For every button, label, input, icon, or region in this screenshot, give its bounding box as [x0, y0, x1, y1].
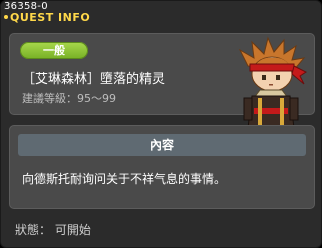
quest-summary-panel: 一般 ［艾琳森林］墮落的精灵 建議等級：95～99	[9, 33, 315, 141]
quest-content-panel: 內容 向德斯托耐询问关于不祥气息的事情。	[9, 125, 315, 209]
window-title: QUEST INFO	[10, 11, 91, 24]
content-header: 內容	[18, 134, 306, 156]
title-bullet-icon	[4, 15, 8, 19]
quest-status: 狀態： 可開始	[15, 223, 91, 237]
quest-info-window: 36358-0 QUEST INFO 一般 ［艾琳森林］墮落的精灵 建議等級：9…	[0, 0, 322, 248]
quest-description: 向德斯托耐询问关于不祥气息的事情。	[22, 172, 227, 186]
quest-name: ［艾琳森林］墮落的精灵	[22, 72, 166, 87]
recommended-level: 建議等級：95～99	[22, 92, 116, 105]
quest-category-badge: 一般	[20, 42, 88, 59]
